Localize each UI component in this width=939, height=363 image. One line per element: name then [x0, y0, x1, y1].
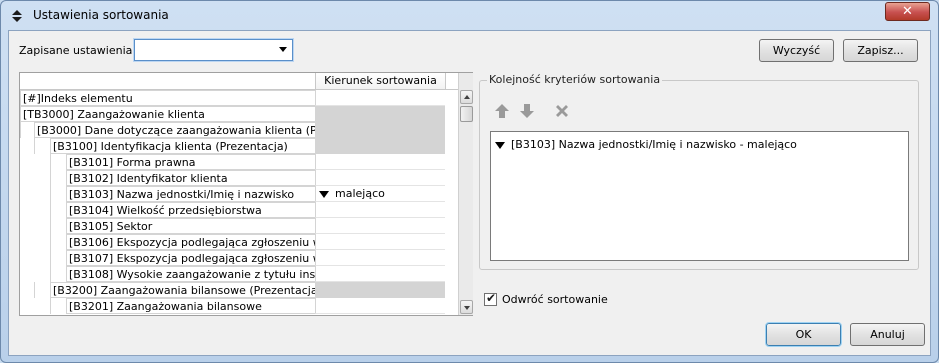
tree-indent-line [50, 218, 51, 234]
sort-criteria-item-label: [B3103] Nazwa jednostki/Imię i nazwisko … [511, 138, 797, 151]
sort-direction-cell[interactable] [315, 154, 445, 170]
sort-direction-cell[interactable] [315, 170, 445, 186]
tree-row-label: [B3103] Nazwa jednostki/Imię i nazwisko [66, 186, 315, 202]
tree-indent-line [34, 138, 35, 154]
sort-direction-cell[interactable] [315, 298, 445, 314]
dialog-body: Zapisane ustawienia Wyczyść Zapisz... Ki… [8, 30, 931, 356]
tree-indent-line [34, 282, 35, 298]
sort-descending-icon [495, 141, 505, 149]
sort-direction-cell[interactable] [315, 250, 445, 266]
move-up-icon[interactable] [493, 102, 511, 120]
chevron-down-icon [279, 47, 287, 52]
arrow-up-icon [464, 95, 470, 99]
tree-row-label: [B3100] Identyfikacja klienta (Prezentac… [50, 138, 315, 154]
tree-indent-line [50, 250, 51, 266]
sort-direction-cell [315, 282, 445, 298]
tree-row[interactable]: [TB3000] Zaangażowanie klienta [20, 106, 445, 122]
tree-row-label: [B3101] Forma prawna [66, 154, 315, 170]
sort-direction-cell[interactable] [315, 266, 445, 282]
sort-direction-cell[interactable] [315, 90, 445, 106]
tree-row-label: [B3200] Zaangażowania bilansowe (Prezent… [50, 282, 315, 298]
tree-indent-line [50, 186, 51, 202]
header-filler [445, 73, 459, 90]
dialog-window: Ustawienia sortowania ✕ Zapisane ustawie… [0, 0, 939, 363]
tree-row[interactable]: [B3100] Identyfikacja klienta (Prezentac… [20, 138, 445, 154]
sort-direction-value: malejąco [335, 187, 385, 200]
tree-row[interactable]: [B3107] Ekspozycja podlegająca zgłoszeni… [20, 250, 445, 266]
checkmark-icon: ✔ [486, 291, 497, 305]
sort-criteria-title: Kolejność kryteriów sortowania [487, 73, 663, 86]
tree-row-label: [#]Indeks elementu [20, 90, 315, 106]
window-title: Ustawienia sortowania [33, 8, 169, 22]
sort-direction-cell [315, 138, 445, 154]
ok-button[interactable]: OK [765, 322, 842, 347]
tree-vertical-scrollbar[interactable] [458, 73, 473, 315]
tree-row-label: [B3104] Wielkość przedsiębiorstwa [66, 202, 315, 218]
delete-icon[interactable] [553, 102, 571, 120]
sort-app-icon [12, 10, 22, 22]
tree-indent-line [50, 234, 51, 250]
sort-descending-icon [319, 190, 329, 198]
sort-criteria-item[interactable]: [B3103] Nazwa jednostki/Imię i nazwisko … [495, 138, 797, 151]
tree-row[interactable]: [B3102] Identyfikator klienta [20, 170, 445, 186]
tree-indent-line [50, 170, 51, 186]
save-button[interactable]: Zapisz... [843, 39, 918, 62]
tree-row[interactable]: [B3104] Wielkość przedsiębiorstwa [20, 202, 445, 218]
tree-header-blank [20, 73, 315, 90]
tree-indent-line [50, 298, 51, 314]
tree-row[interactable]: [#]Indeks elementu [20, 90, 445, 106]
scroll-down-button[interactable] [460, 300, 473, 314]
reverse-sort-label[interactable]: Odwróć sortowanie [502, 293, 608, 306]
tree-row-label: [B3201] Zaangażowania bilansowe [66, 298, 315, 314]
title-bar: Ustawienia sortowania ✕ [1, 1, 938, 29]
saved-settings-label: Zapisane ustawienia [19, 44, 133, 57]
sort-direction-cell [315, 106, 445, 122]
tree-indent-line [50, 154, 51, 170]
tree-row[interactable]: [B3106] Ekspozycja podlegająca zgłoszeni… [20, 234, 445, 250]
tree-indent-line [20, 122, 21, 138]
tree-row[interactable]: [B3101] Forma prawna [20, 154, 445, 170]
scroll-thumb[interactable] [460, 106, 473, 122]
reverse-sort-checkbox[interactable]: ✔ [484, 291, 497, 306]
close-button[interactable]: ✕ [885, 2, 930, 21]
tree-row-label: [B3106] Ekspozycja podlegająca zgłoszeni… [66, 234, 315, 250]
saved-settings-dropdown[interactable] [133, 38, 294, 62]
sort-direction-cell[interactable]: malejąco [315, 186, 445, 202]
tree-row[interactable]: [B3200] Zaangażowania bilansowe (Prezent… [20, 282, 445, 298]
tree-indent-line [50, 202, 51, 218]
scroll-up-button[interactable] [460, 90, 473, 104]
tree-row-label: [B3105] Sektor [66, 218, 315, 234]
tree-row[interactable]: [B3108] Wysokie zaangażowanie z tytułu i… [20, 266, 445, 282]
tree-row-label: [B3108] Wysokie zaangażowanie z tytułu i… [66, 266, 315, 282]
arrow-down-icon [464, 306, 470, 310]
tree-row[interactable]: [B3105] Sektor [20, 218, 445, 234]
tree-row-label: [TB3000] Zaangażowanie klienta [20, 106, 315, 122]
tree-row-label: [B3107] Ekspozycja podlegająca zgłoszeni… [66, 250, 315, 266]
sort-direction-cell[interactable] [315, 218, 445, 234]
clear-button[interactable]: Wyczyść [759, 39, 834, 62]
tree-rows: [#]Indeks elementu [TB3000] Zaangażowani… [20, 90, 445, 316]
sort-direction-cell [315, 122, 445, 138]
tree-indent-line [50, 266, 51, 282]
tree-row[interactable]: [B3201] Zaangażowania bilansowe [20, 298, 445, 314]
tree-row[interactable]: [B3103] Nazwa jednostki/Imię i nazwisko … [20, 186, 445, 202]
move-down-icon[interactable] [518, 102, 536, 120]
sort-criteria-group: Kolejność kryteriów sortowania [B3103] N… [479, 73, 919, 270]
sort-direction-cell[interactable] [315, 202, 445, 218]
tree-row-label: [B3000] Dane dotyczące zaangażowania kli… [34, 122, 315, 138]
tree-row-label: [B3102] Identyfikator klienta [66, 170, 315, 186]
sort-direction-cell[interactable] [315, 234, 445, 250]
tree-row[interactable]: [B3000] Dane dotyczące zaangażowania kli… [20, 122, 445, 138]
sort-criteria-list[interactable]: [B3103] Nazwa jednostki/Imię i nazwisko … [490, 131, 909, 261]
sort-direction-column-header[interactable]: Kierunek sortowania [315, 73, 445, 90]
cancel-button[interactable]: Anuluj [850, 323, 925, 346]
sort-fields-tree[interactable]: Kierunek sortowania [#]Indeks elementu [… [19, 72, 473, 316]
